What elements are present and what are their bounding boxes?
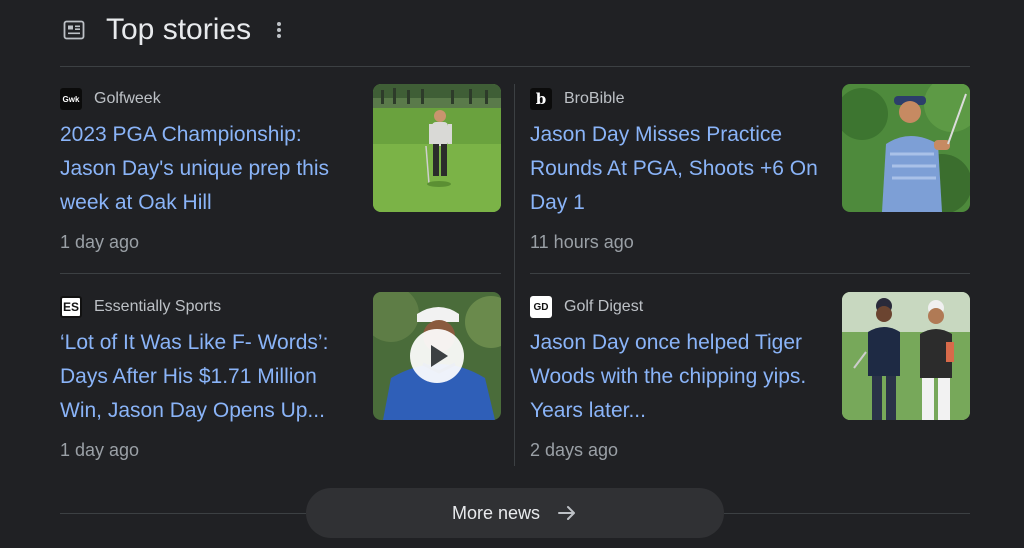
story-time: 2 days ago (530, 440, 619, 460)
bottom-divider-left (60, 513, 306, 514)
story-time: 11 hours ago (530, 232, 634, 252)
top-stories-header: Top stories (62, 10, 289, 50)
story-thumbnail[interactable] (373, 84, 501, 212)
arrow-right-icon (556, 502, 578, 524)
source-name: Golf Digest (564, 298, 644, 315)
more-vert-icon[interactable] (269, 15, 289, 45)
story-source: b BroBible (530, 88, 624, 110)
brobible-logo: b (530, 88, 552, 110)
story-time: 1 day ago (60, 440, 140, 460)
story-headline[interactable]: Jason Day once helped Tiger Woods with t… (530, 326, 830, 428)
essentially-sports-logo: ES (60, 296, 82, 318)
story-time: 1 day ago (60, 232, 140, 252)
story-headline[interactable]: ‘Lot of It Was Like F- Words’: Days Afte… (60, 326, 360, 428)
more-news-label: More news (451, 502, 541, 523)
more-news-button[interactable]: More news (306, 488, 724, 538)
story-source: ES Essentially Sports (60, 296, 221, 318)
bottom-divider-right (724, 513, 970, 514)
story-thumbnail[interactable] (842, 292, 970, 420)
story-card-golf-digest[interactable]: GD Golf Digest Jason Day once helped Tig… (530, 292, 970, 482)
play-icon[interactable] (410, 329, 464, 383)
story-card-essentially-sports[interactable]: ES Essentially Sports ‘Lot of It Was Lik… (60, 292, 501, 482)
column-divider (514, 84, 515, 466)
story-source: GD Golf Digest (530, 296, 643, 318)
story-source: Gwk Golfweek (60, 88, 161, 110)
source-name: Golfweek (94, 90, 161, 107)
story-card-brobible[interactable]: b BroBible Jason Day Misses Practice Rou… (530, 84, 970, 274)
header-divider (60, 66, 970, 67)
story-video-thumbnail[interactable] (373, 292, 501, 420)
source-name: BroBible (564, 90, 625, 107)
story-headline[interactable]: 2023 PGA Championship: Jason Day's uniqu… (60, 118, 360, 220)
source-name: Essentially Sports (94, 298, 222, 315)
golfweek-logo: Gwk (60, 88, 82, 110)
story-headline[interactable]: Jason Day Misses Practice Rounds At PGA,… (530, 118, 830, 220)
story-card-golfweek[interactable]: Gwk Golfweek 2023 PGA Championship: Jaso… (60, 84, 501, 274)
newspaper-icon (62, 18, 86, 42)
top-stories-panel: Top stories Gwk Golfweek 2023 PGA Champi… (0, 0, 1024, 548)
story-thumbnail[interactable] (842, 84, 970, 212)
page-title: Top stories (106, 13, 252, 46)
golf-digest-logo: GD (530, 296, 552, 318)
